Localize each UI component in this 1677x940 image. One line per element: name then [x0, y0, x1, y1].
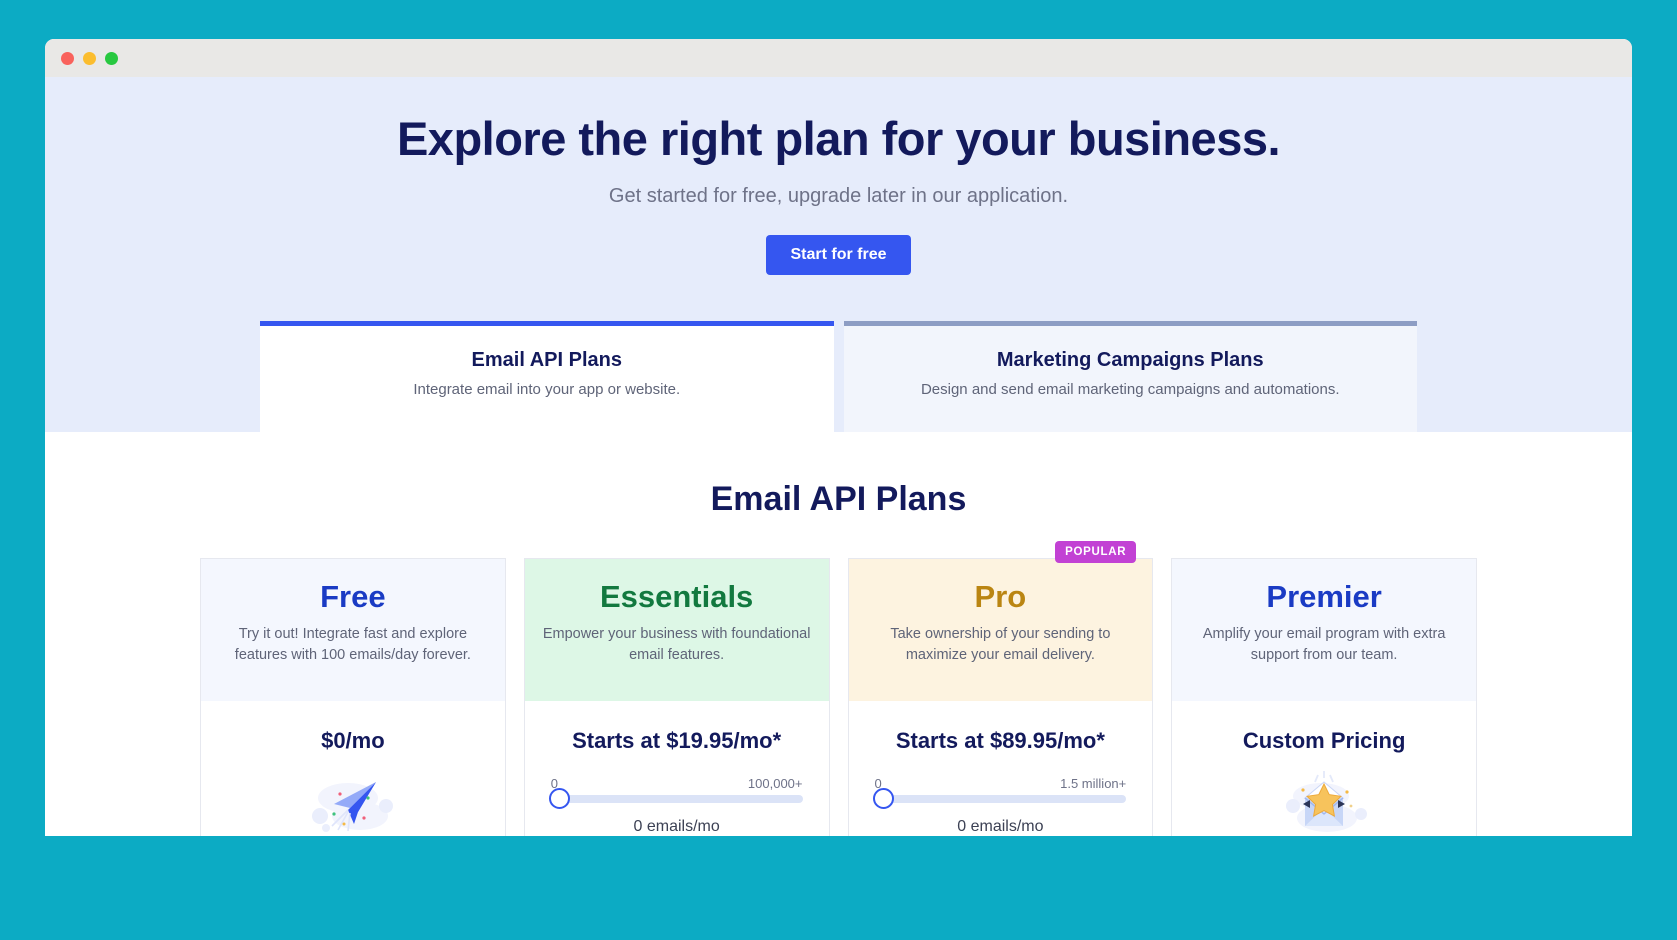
- volume-slider[interactable]: 0 1.5 million+ 0 emails/mo: [869, 776, 1133, 836]
- hero-start-for-free-button[interactable]: Start for free: [766, 234, 911, 275]
- slider-value-label: 0 emails/mo: [633, 817, 720, 835]
- slider-max-label: 100,000+: [747, 775, 803, 791]
- pricing-card-essentials: Essentials Empower your business with fo…: [523, 557, 830, 836]
- plan-name: Essentials: [599, 578, 754, 614]
- tab-description: Integrate email into your app or website…: [413, 380, 681, 398]
- pricing-card-free: Free Try it out! Integrate fast and expl…: [200, 557, 506, 836]
- tab-label: Email API Plans: [471, 348, 622, 371]
- plan-price: Custom Pricing: [1242, 727, 1406, 753]
- card-header: Free Try it out! Integrate fast and expl…: [201, 558, 505, 701]
- card-body: Custom Pricing: [1172, 701, 1476, 836]
- browser-title-bar: [45, 39, 1632, 77]
- tab-description: Design and send email marketing campaign…: [920, 380, 1340, 398]
- volume-slider[interactable]: 0 100,000+ 0 emails/mo: [545, 776, 809, 836]
- minimize-window-icon[interactable]: [83, 51, 96, 65]
- tab-label: Marketing Campaigns Plans: [996, 348, 1264, 371]
- tab-marketing-campaigns-plans[interactable]: Marketing Campaigns Plans Design and sen…: [843, 320, 1417, 432]
- hero-section: Explore the right plan for your business…: [45, 77, 1632, 432]
- plan-price: Starts at $19.95/mo*: [572, 727, 782, 753]
- hero-cta-wrapper: Start for free: [45, 234, 1632, 275]
- card-body: Starts at $19.95/mo* 0 100,000+ 0 emails…: [525, 701, 829, 836]
- plan-description: Empower your business with foundational …: [542, 625, 811, 663]
- hero-subtitle: Get started for free, upgrade later in o…: [608, 184, 1069, 207]
- plan-name: Pro: [974, 578, 1027, 614]
- card-header: Pro Take ownership of your sending to ma…: [848, 558, 1153, 701]
- plan-price: Starts at $89.95/mo*: [895, 727, 1105, 753]
- plan-name: Premier: [1266, 578, 1382, 614]
- plan-type-tabs: Email API Plans Integrate email into you…: [45, 320, 1632, 432]
- tab-email-api-plans[interactable]: Email API Plans Integrate email into you…: [260, 320, 834, 432]
- plan-description: Take ownership of your sending to maximi…: [890, 625, 1111, 663]
- plans-section-heading: Email API Plans: [710, 479, 967, 518]
- slider-track[interactable]: [872, 787, 1127, 809]
- slider-max-label: 1.5 million+: [1060, 775, 1127, 791]
- plan-description: Amplify your email program with extra su…: [1202, 625, 1446, 663]
- page-title: Explore the right plan for your business…: [396, 112, 1281, 165]
- card-body: $0/mo: [201, 701, 505, 836]
- slider-thumb[interactable]: [548, 787, 570, 809]
- plan-name: Free: [320, 578, 386, 614]
- close-window-icon[interactable]: [61, 51, 74, 65]
- pricing-card-pro: POPULAR Pro Take ownership of your sendi…: [847, 540, 1154, 836]
- envelope-star-icon: [1286, 770, 1368, 832]
- plan-description: Try it out! Integrate fast and explore f…: [234, 625, 471, 663]
- slider-value-label: 0 emails/mo: [957, 817, 1044, 835]
- status-badge: POPULAR: [1055, 540, 1137, 563]
- card-header: Premier Amplify your email program with …: [1172, 558, 1476, 701]
- plan-price: $0/mo: [321, 727, 385, 753]
- pricing-card-premier: Premier Amplify your email program with …: [1171, 557, 1477, 836]
- slider-range-labels: 0 100,000+: [551, 776, 803, 791]
- card-body: Starts at $89.95/mo* 0 1.5 million+ 0 em…: [849, 701, 1153, 836]
- slider-thumb[interactable]: [872, 787, 894, 809]
- paper-plane-icon: [311, 781, 393, 832]
- slider-track[interactable]: [548, 787, 803, 809]
- plans-section: Email API Plans Free Try it out! Integra…: [45, 431, 1632, 836]
- browser-window: Explore the right plan for your business…: [45, 39, 1632, 836]
- slider-range-labels: 0 1.5 million+: [875, 776, 1127, 791]
- maximize-window-icon[interactable]: [105, 51, 118, 65]
- pricing-cards: Free Try it out! Integrate fast and expl…: [45, 540, 1632, 836]
- card-header: Essentials Empower your business with fo…: [524, 558, 829, 701]
